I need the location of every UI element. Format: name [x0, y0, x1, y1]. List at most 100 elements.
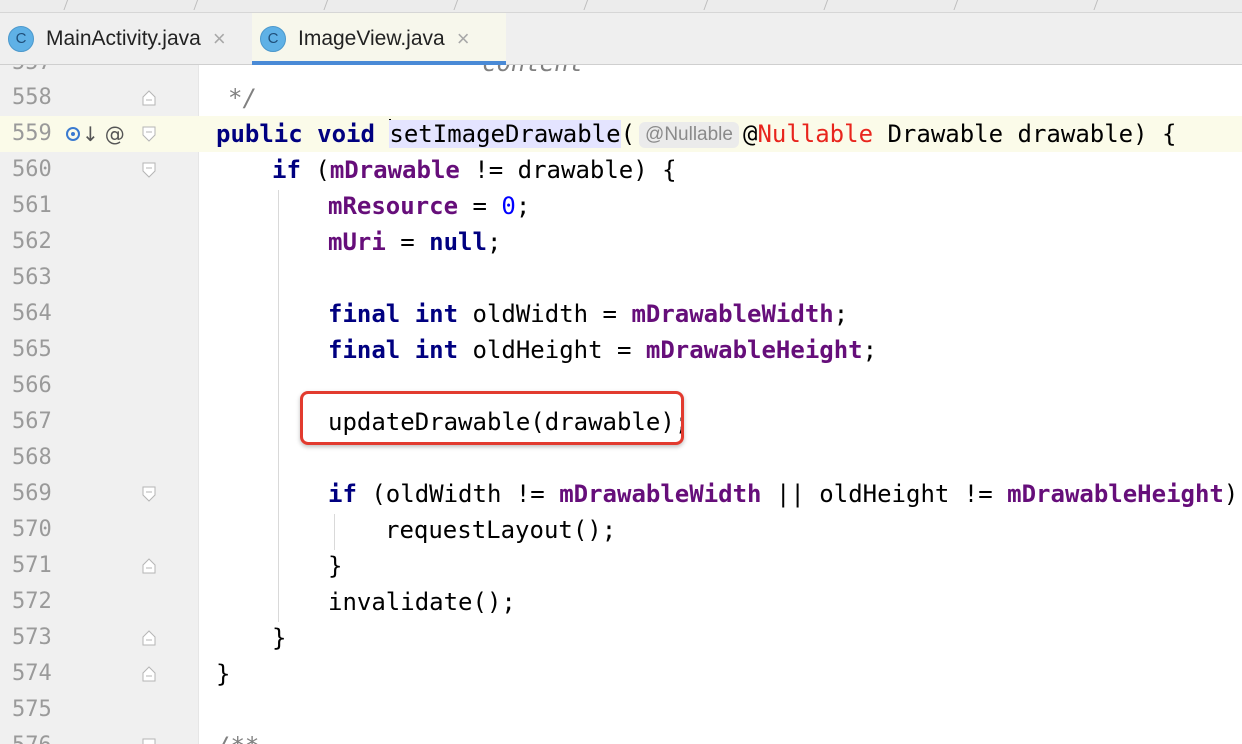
code-line-569: 569 if (oldWidth != mDrawableWidth || ol… — [0, 476, 1242, 512]
breadcrumb-separator — [947, 0, 960, 10]
fold-end-icon[interactable] — [142, 630, 156, 646]
line-number: 564 — [12, 301, 52, 326]
close-icon[interactable]: × — [213, 26, 226, 52]
annotation-name: Nullable — [757, 120, 874, 148]
code-line-575: 575 — [0, 692, 1242, 728]
tab-imageview[interactable]: C ImageView.java × — [252, 13, 506, 65]
field: mUri — [328, 228, 386, 256]
code-text: ; — [486, 228, 502, 256]
code-line-559: 559 ↓ @ public void setImageDrawable(@Nu… — [0, 116, 1242, 152]
fold-end-icon[interactable] — [142, 558, 156, 574]
breadcrumb-separator — [697, 0, 710, 10]
line-number: 565 — [12, 337, 52, 362]
code-text: } — [272, 624, 287, 652]
code-text: != drawable) { — [459, 156, 677, 184]
field: mDrawableWidth — [559, 480, 762, 508]
field: mDrawableWidth — [631, 300, 834, 328]
code-line-568: 568 — [0, 440, 1242, 476]
code-text: if (oldWidth != mDrawableWidth || oldHei… — [328, 476, 1242, 512]
code-text: invalidate(); — [328, 588, 516, 616]
code-line-572: 572 invalidate(); — [0, 584, 1242, 620]
code-text: = — [458, 192, 502, 220]
line-number: 574 — [12, 661, 52, 686]
line-number: 566 — [12, 373, 52, 398]
inlay-hint: @Nullable — [639, 122, 739, 148]
line-number: 572 — [12, 589, 52, 614]
breadcrumb-separator — [817, 0, 830, 10]
code-line-576: 576 /** — [0, 728, 1242, 744]
method-name[interactable]: setImageDrawable — [389, 120, 621, 148]
keyword: final int — [328, 336, 459, 364]
line-number: 567 — [12, 409, 52, 434]
breadcrumb-separator — [447, 0, 460, 10]
fold-start-icon[interactable] — [142, 738, 156, 744]
code-line-564: 564 final int oldWidth = mDrawableWidth; — [0, 296, 1242, 332]
code-line-563: 563 — [0, 260, 1242, 296]
code-text: requestLayout(); — [385, 516, 617, 544]
fold-start-icon[interactable] — [142, 486, 156, 502]
annotation-at: @ — [742, 120, 758, 148]
code-text: = — [385, 228, 430, 256]
line-number: 571 — [12, 553, 52, 578]
code-line-558: 558 */ — [0, 80, 1242, 116]
field: mResource — [328, 192, 459, 220]
code-line-561: 561 mResource = 0; — [0, 188, 1242, 224]
code-text: final int oldWidth = mDrawableWidth; — [328, 296, 848, 332]
line-number: 561 — [12, 193, 52, 218]
code-text: || oldHeight != — [761, 480, 1008, 508]
line-number: 575 — [12, 697, 52, 722]
code-text: } — [216, 660, 231, 688]
paren: ( — [620, 120, 636, 148]
field: mDrawableHeight — [1007, 480, 1224, 508]
code-line-571: 571 } — [0, 548, 1242, 584]
keyword: null — [429, 228, 487, 256]
breadcrumb-separator — [577, 0, 590, 10]
code-text: mResource = 0; — [328, 188, 530, 224]
line-number: 576 — [12, 728, 64, 744]
code-text: ; — [515, 192, 531, 220]
keyword: public void — [216, 120, 390, 148]
annotation-icon[interactable]: @ — [105, 122, 125, 146]
gutter-markers: ↓ @ — [66, 116, 125, 152]
keyword: final int — [328, 300, 459, 328]
code-text: */ — [228, 84, 257, 112]
code-line-573: 573 } — [0, 620, 1242, 656]
code-text: (oldWidth != — [356, 480, 560, 508]
navigation-breadcrumb-strip — [0, 0, 1242, 13]
fold-start-icon[interactable] — [142, 126, 156, 142]
line-number: 563 — [12, 265, 52, 290]
breadcrumb-separator — [1087, 0, 1100, 10]
keyword: if — [328, 480, 357, 508]
line-number: 568 — [12, 445, 52, 470]
highlight-annotation-box — [300, 391, 684, 445]
tab-mainactivity[interactable]: C MainActivity.java × — [0, 13, 250, 64]
code-line-570: 570 requestLayout(); — [0, 512, 1242, 548]
line-number: 558 — [12, 85, 52, 110]
line-number: 559 — [12, 121, 52, 146]
code-text: /** — [216, 728, 259, 744]
line-number: 570 — [12, 517, 52, 542]
fold-start-icon[interactable] — [142, 162, 156, 178]
line-number: 573 — [12, 625, 52, 650]
code-text: oldWidth = — [458, 300, 632, 328]
class-icon: C — [8, 25, 34, 52]
line-number: 569 — [12, 481, 52, 506]
close-icon[interactable]: × — [457, 26, 470, 52]
arrow-down-icon[interactable]: ↓ — [82, 122, 99, 146]
code-text: } — [328, 552, 343, 580]
code-text: final int oldHeight = mDrawableHeight; — [328, 332, 877, 368]
code-text: mUri = null; — [328, 224, 501, 260]
code-text: if (mDrawable != drawable) { — [272, 152, 677, 188]
override-icon[interactable] — [66, 127, 80, 141]
code-line-562: 562 mUri = null; — [0, 224, 1242, 260]
fold-end-icon[interactable] — [142, 90, 156, 106]
editor-tab-bar: C MainActivity.java × C ImageView.java × — [0, 13, 1242, 65]
breadcrumb-separator — [187, 0, 200, 10]
tab-label: ImageView.java — [298, 26, 445, 50]
line-number: 562 — [12, 229, 52, 254]
fold-end-icon[interactable] — [142, 666, 156, 682]
tab-label: MainActivity.java — [46, 26, 201, 50]
breadcrumb-separator — [317, 0, 330, 10]
field: mDrawable — [329, 156, 460, 184]
code-text: ; — [833, 300, 849, 328]
